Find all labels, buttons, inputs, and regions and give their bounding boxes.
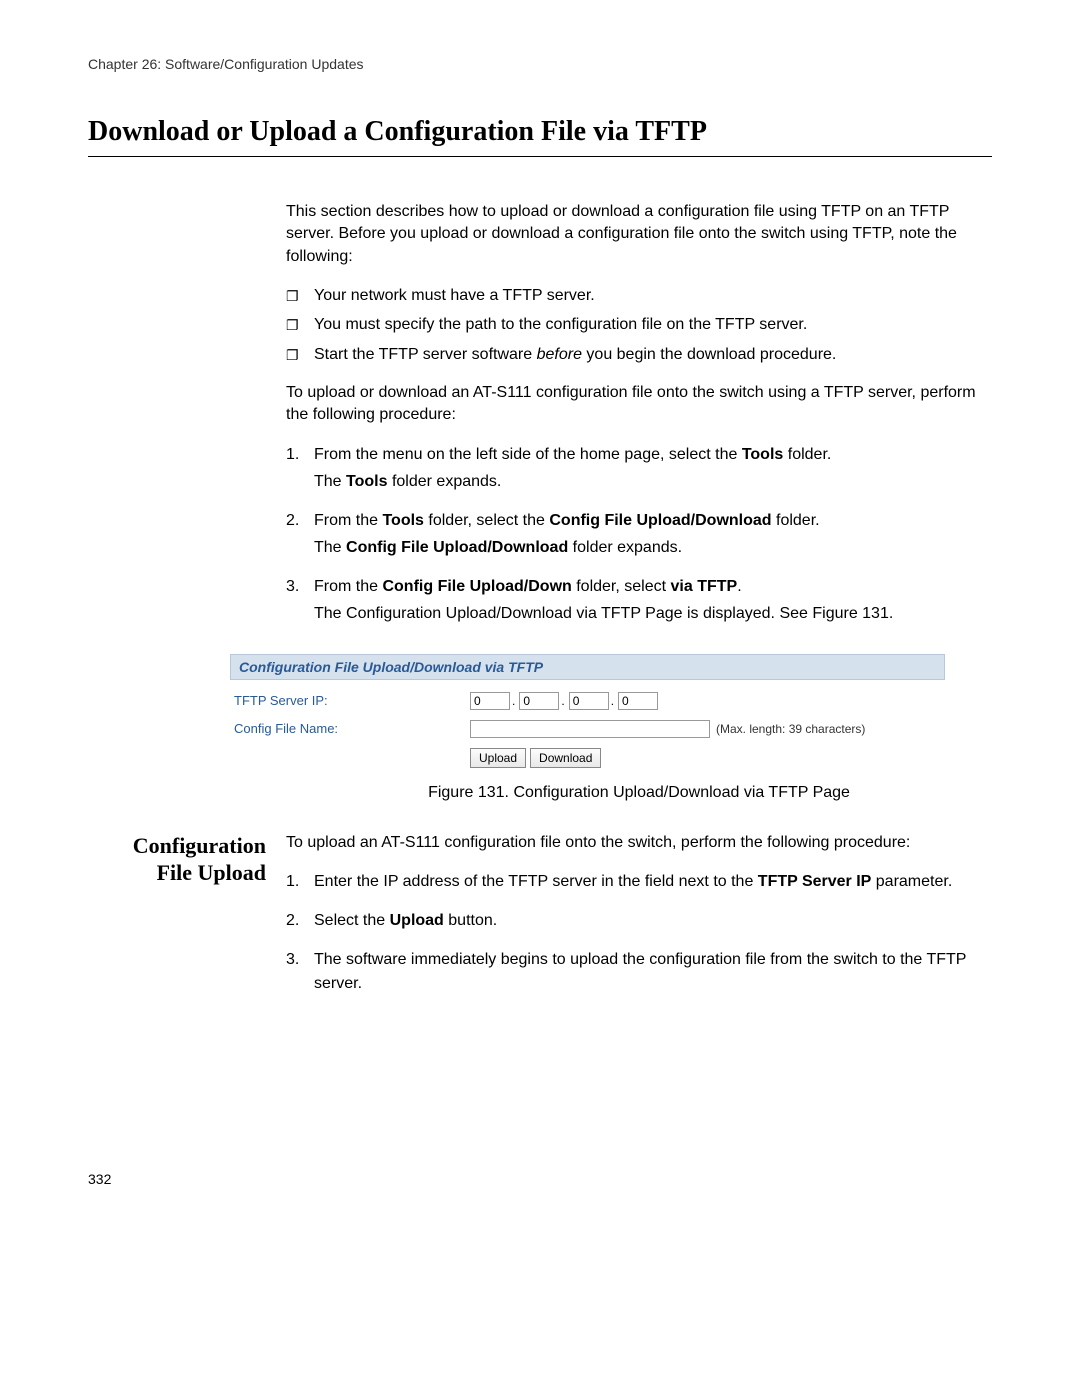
figure-caption: Figure 131. Configuration Upload/Downloa… bbox=[286, 784, 992, 802]
upload-button[interactable]: Upload bbox=[470, 748, 526, 768]
ip-octet-2[interactable] bbox=[519, 692, 559, 710]
procedure-list-2: 1. Enter the IP address of the TFTP serv… bbox=[286, 870, 992, 995]
config-file-name-label: Config File Name: bbox=[234, 721, 470, 736]
list-item: 1. From the menu on the left side of the… bbox=[286, 443, 992, 493]
list-item: 2. From the Tools folder, select the Con… bbox=[286, 509, 992, 559]
list-item: Start the TFTP server software before yo… bbox=[286, 343, 992, 366]
lead-paragraph: To upload or download an AT-S111 configu… bbox=[286, 382, 992, 427]
intro-paragraph: This section describes how to upload or … bbox=[286, 201, 992, 268]
tftp-server-ip-input-group: ... bbox=[470, 692, 658, 710]
ip-octet-4[interactable] bbox=[618, 692, 658, 710]
list-item: 3. The software immediately begins to up… bbox=[286, 948, 992, 994]
requirements-list: Your network must have a TFTP server. Yo… bbox=[286, 284, 992, 366]
tftp-config-panel: Configuration File Upload/Download via T… bbox=[230, 654, 945, 768]
list-item: 1. Enter the IP address of the TFTP serv… bbox=[286, 870, 992, 893]
panel-header: Configuration File Upload/Download via T… bbox=[230, 654, 945, 680]
page-number: 332 bbox=[88, 1171, 111, 1187]
list-item: 2. Select the Upload button. bbox=[286, 909, 992, 932]
list-item: 3. From the Config File Upload/Down fold… bbox=[286, 575, 992, 625]
ip-octet-1[interactable] bbox=[470, 692, 510, 710]
section-heading-upload: Configuration File Upload bbox=[88, 832, 286, 1011]
list-item: Your network must have a TFTP server. bbox=[286, 284, 992, 307]
procedure-list-1: 1. From the menu on the left side of the… bbox=[286, 443, 992, 626]
max-length-note: (Max. length: 39 characters) bbox=[716, 722, 865, 736]
page-title: Download or Upload a Configuration File … bbox=[88, 116, 992, 157]
config-file-name-input[interactable] bbox=[470, 720, 710, 738]
list-item: You must specify the path to the configu… bbox=[286, 313, 992, 336]
download-button[interactable]: Download bbox=[530, 748, 601, 768]
tftp-server-ip-label: TFTP Server IP: bbox=[234, 693, 470, 708]
ip-octet-3[interactable] bbox=[569, 692, 609, 710]
chapter-header: Chapter 26: Software/Configuration Updat… bbox=[88, 56, 992, 72]
upload-intro-paragraph: To upload an AT-S111 configuration file … bbox=[286, 832, 992, 854]
